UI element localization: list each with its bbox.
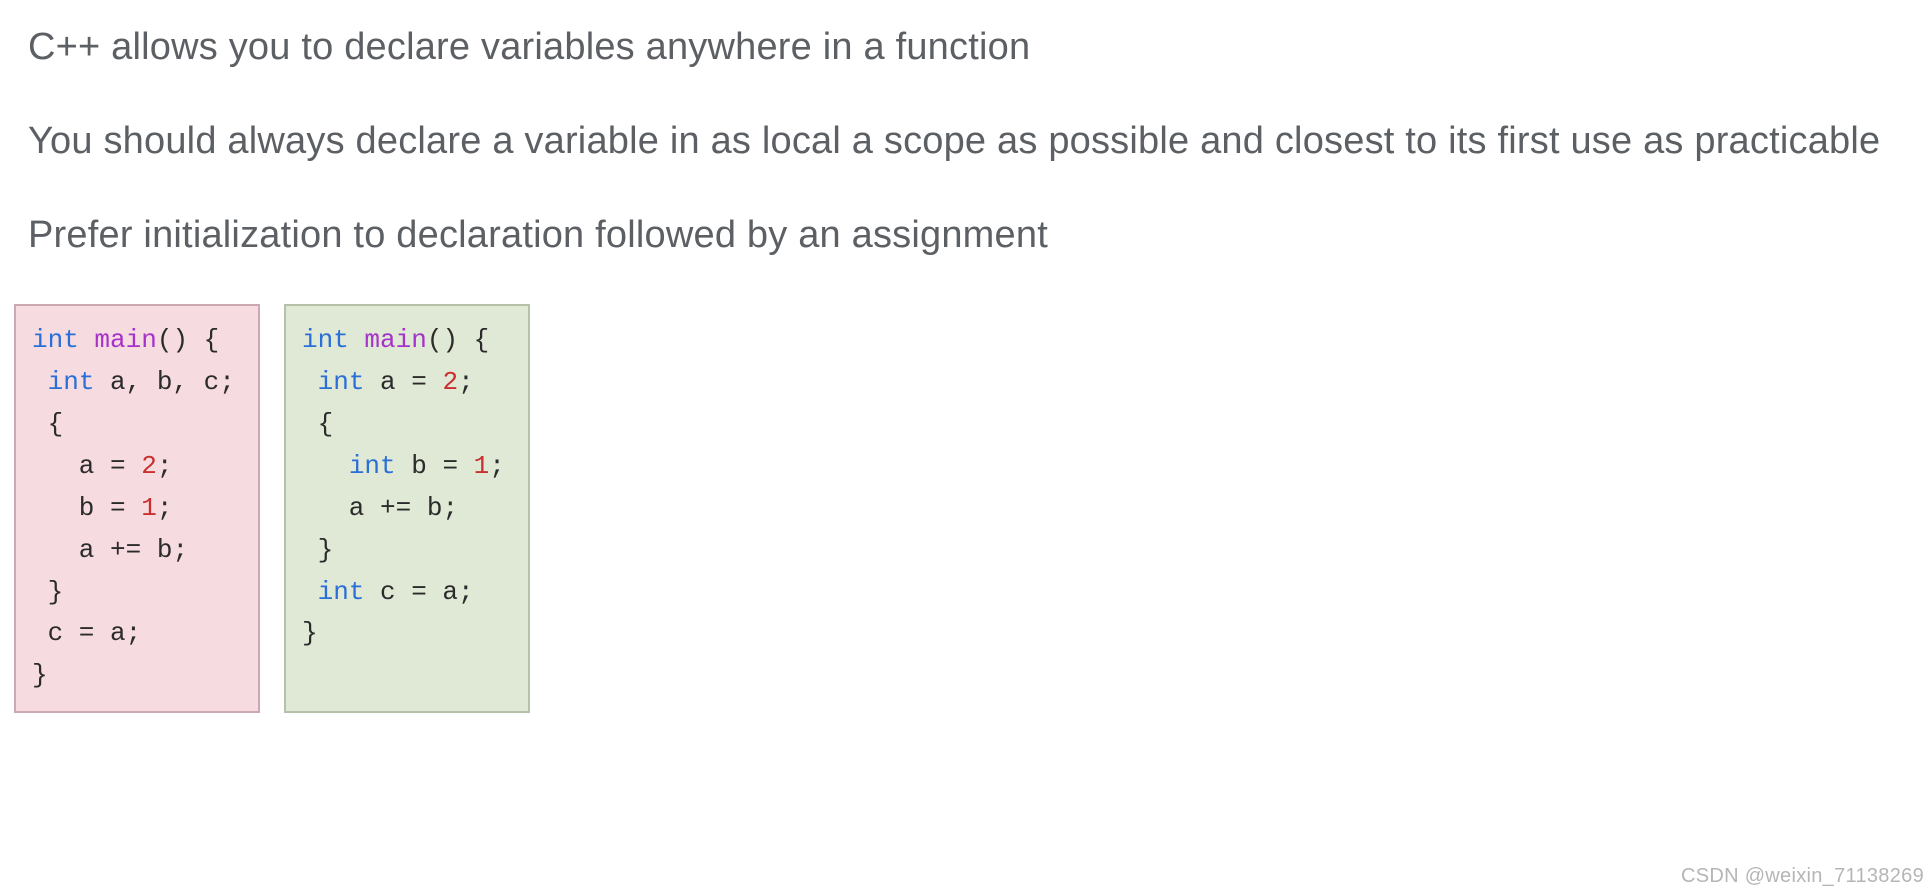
mid: b [396, 451, 443, 481]
mid: a [364, 367, 411, 397]
decl: a, b, c; [94, 367, 234, 397]
kw-int: int [318, 367, 365, 397]
semi: ; [157, 451, 173, 481]
num: 1 [474, 451, 490, 481]
num: 2 [442, 367, 458, 397]
watermark: CSDN @weixin_71138269 [1681, 865, 1924, 888]
var: b [157, 535, 173, 565]
op-plus-assign: += [380, 493, 411, 523]
semi: ; [172, 535, 188, 565]
brace-close: } [32, 660, 48, 690]
code-box-good: int main() { int a = 2; { int b = 1; a +… [284, 304, 530, 713]
sp [126, 451, 142, 481]
brace-close: } [32, 577, 63, 607]
var: b [427, 493, 443, 523]
paragraph-1: C++ allows you to declare variables anyw… [28, 22, 1902, 72]
code-good: int main() { int a = 2; { int b = 1; a +… [302, 320, 510, 655]
code-box-bad: int main() { int a, b, c; { a = 2; b = 1… [14, 304, 260, 713]
lhs: a [32, 451, 110, 481]
lhs: a [32, 535, 110, 565]
code-row: int main() { int a, b, c; { a = 2; b = 1… [14, 304, 1902, 713]
sp [411, 493, 427, 523]
paragraph-2: You should always declare a variable in … [28, 116, 1902, 166]
num: 1 [141, 493, 157, 523]
assign-c: c = a; [364, 577, 473, 607]
semi: ; [458, 367, 474, 397]
code-bad: int main() { int a, b, c; { a = 2; b = 1… [32, 320, 240, 697]
lhs: a [302, 493, 380, 523]
kw-int: int [302, 325, 349, 355]
brace-close: } [302, 618, 318, 648]
paragraph-3: Prefer initialization to declaration fol… [28, 210, 1902, 260]
op-assign: = [442, 451, 458, 481]
assign-c: c = a; [32, 618, 141, 648]
op-plus-assign: += [110, 535, 141, 565]
op-assign: = [411, 367, 427, 397]
sp [126, 493, 142, 523]
brace-open: { [32, 409, 63, 439]
kw-int: int [349, 451, 396, 481]
kw-int: int [32, 325, 79, 355]
brace-close: } [302, 535, 333, 565]
op-assign: = [110, 493, 126, 523]
semi: ; [157, 493, 173, 523]
sp [141, 535, 157, 565]
op-assign: = [110, 451, 126, 481]
punct: () { [427, 325, 489, 355]
punct: () { [157, 325, 219, 355]
brace-open: { [302, 409, 333, 439]
lhs: b [32, 493, 110, 523]
kw-int: int [48, 367, 95, 397]
num: 2 [141, 451, 157, 481]
semi: ; [442, 493, 458, 523]
fn-main: main [364, 325, 426, 355]
slide-content: C++ allows you to declare variables anyw… [0, 0, 1930, 713]
sp [427, 367, 443, 397]
kw-int: int [318, 577, 365, 607]
fn-main: main [94, 325, 156, 355]
sp [458, 451, 474, 481]
semi: ; [489, 451, 505, 481]
